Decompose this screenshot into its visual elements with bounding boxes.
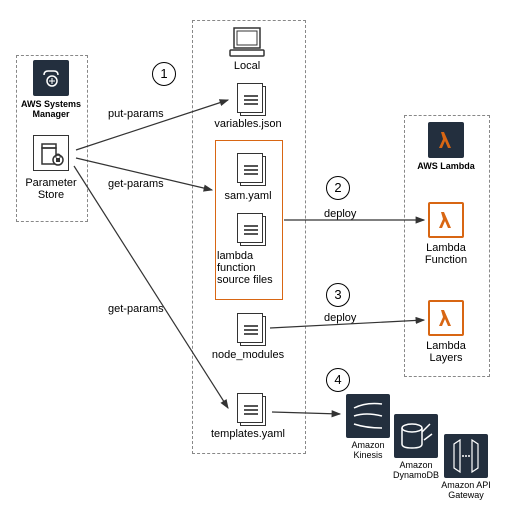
lambda-layers-label: Lambda Layers <box>416 340 476 364</box>
lambda-src-label: lambda function source files <box>217 250 279 286</box>
edge-put-params: put-params <box>108 108 180 120</box>
edge-deploy-1: deploy <box>324 208 374 220</box>
file-icon-lambda-src <box>240 216 266 246</box>
computer-icon <box>228 26 266 58</box>
local-label: Local <box>222 60 272 72</box>
file-icon-templates <box>240 396 266 426</box>
file-icon-sam <box>240 156 266 186</box>
aws-lambda-icon <box>428 122 464 158</box>
lambda-layers-icon <box>428 300 464 336</box>
dynamodb-label: Amazon DynamoDB <box>390 460 442 480</box>
systems-manager-icon <box>33 60 69 96</box>
file-icon-variables <box>240 86 266 116</box>
node-modules-label: node_modules <box>208 349 288 361</box>
apigateway-label: Amazon API Gateway <box>438 480 494 500</box>
step-3: 3 <box>326 283 350 307</box>
edge-get-params-1: get-params <box>108 178 180 190</box>
sam-label: sam.yaml <box>218 190 278 202</box>
kinesis-icon <box>346 394 390 438</box>
dynamodb-icon <box>394 414 438 458</box>
aws-lambda-label: AWS Lambda <box>410 161 482 171</box>
edge-get-params-2: get-params <box>108 303 180 315</box>
variables-label: variables.json <box>208 118 288 130</box>
edge-deploy-2: deploy <box>324 312 374 324</box>
lambda-function-icon <box>428 202 464 238</box>
file-icon-node-modules <box>240 316 266 346</box>
systems-manager-label: AWS Systems Manager <box>18 99 84 119</box>
step-2: 2 <box>326 176 350 200</box>
step-1: 1 <box>152 62 176 86</box>
templates-label: templates.yaml <box>206 428 290 440</box>
lambda-function-label: Lambda Function <box>416 242 476 266</box>
step-4: 4 <box>326 368 350 392</box>
parameter-store-label: Parameter Store <box>22 177 80 201</box>
apigateway-icon <box>444 434 488 478</box>
parameter-store-icon <box>33 135 69 171</box>
kinesis-label: Amazon Kinesis <box>344 440 392 460</box>
